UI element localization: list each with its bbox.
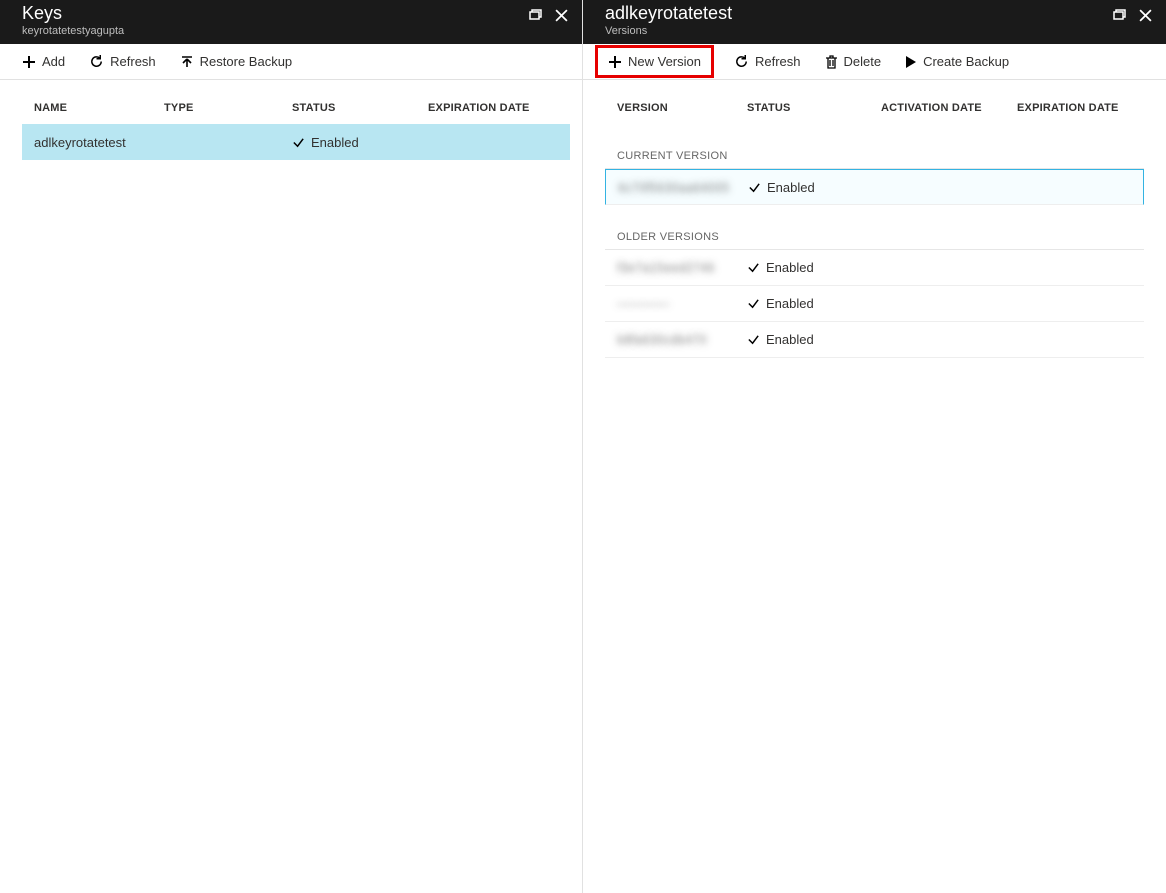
versions-toolbar: New Version Refresh Delete Create Backup — [583, 44, 1166, 80]
version-status: Enabled — [748, 180, 882, 195]
versions-title: adlkeyrotatetest — [605, 4, 732, 24]
keys-title: Keys — [22, 4, 124, 24]
check-icon — [292, 136, 305, 149]
version-id: 6c70f5630aa64005 — [618, 180, 748, 195]
older-versions-label: OLDER VERSIONS — [583, 205, 1166, 249]
versions-panel: adlkeyrotatetest Versions New Version Re… — [583, 0, 1166, 893]
plus-icon — [22, 55, 36, 69]
create-backup-button[interactable]: Create Backup — [901, 50, 1013, 73]
refresh-button[interactable]: Refresh — [85, 50, 160, 73]
version-id: f3e7a15eed2746 — [617, 260, 747, 275]
play-icon — [905, 55, 917, 69]
refresh-icon — [734, 54, 749, 69]
key-status: Enabled — [292, 135, 428, 150]
col-version[interactable]: VERSION — [617, 102, 747, 114]
version-row[interactable]: f3e7a15eed2746 Enabled — [605, 250, 1144, 286]
new-version-label: New Version — [628, 54, 701, 69]
restore-window-icon[interactable] — [528, 8, 542, 22]
check-icon — [748, 181, 761, 194]
version-status-text: Enabled — [766, 260, 814, 275]
key-row[interactable]: adlkeyrotatetest Enabled — [22, 124, 570, 160]
version-id: ———— — [617, 296, 747, 311]
refresh-label: Refresh — [110, 54, 156, 69]
key-name: adlkeyrotatetest — [34, 135, 164, 150]
add-button[interactable]: Add — [18, 50, 69, 73]
col-status[interactable]: STATUS — [292, 102, 428, 114]
close-icon[interactable] — [1138, 8, 1152, 22]
keys-header-titles: Keys keyrotatetestyagupta — [22, 4, 124, 37]
version-id: b8fa630cdb470 — [617, 332, 747, 347]
check-icon — [747, 297, 760, 310]
versions-columns: VERSION STATUS ACTIVATION DATE EXPIRATIO… — [583, 80, 1166, 124]
trash-icon — [825, 55, 838, 69]
col-expiration[interactable]: EXPIRATION DATE — [1017, 102, 1154, 114]
restore-backup-button[interactable]: Restore Backup — [176, 50, 297, 73]
check-icon — [747, 333, 760, 346]
version-status-text: Enabled — [767, 180, 815, 195]
key-status-text: Enabled — [311, 135, 359, 150]
col-activation[interactable]: ACTIVATION DATE — [881, 102, 1017, 114]
version-row[interactable]: ———— Enabled — [605, 286, 1144, 322]
highlight-new-version: New Version — [595, 45, 714, 78]
create-backup-label: Create Backup — [923, 54, 1009, 69]
delete-label: Delete — [844, 54, 882, 69]
versions-header-titles: adlkeyrotatetest Versions — [605, 4, 732, 37]
keys-subtitle: keyrotatetestyagupta — [22, 25, 124, 37]
add-label: Add — [42, 54, 65, 69]
plus-icon — [608, 55, 622, 69]
keys-header: Keys keyrotatetestyagupta — [0, 0, 582, 44]
current-version-label: CURRENT VERSION — [583, 124, 1166, 168]
restore-icon — [180, 55, 194, 69]
version-status-text: Enabled — [766, 296, 814, 311]
col-expiration[interactable]: EXPIRATION DATE — [428, 102, 570, 114]
delete-button[interactable]: Delete — [821, 50, 886, 73]
version-status-text: Enabled — [766, 332, 814, 347]
keys-panel: Keys keyrotatetestyagupta Add Refresh Re… — [0, 0, 583, 893]
version-status: Enabled — [747, 296, 881, 311]
refresh-button[interactable]: Refresh — [730, 50, 805, 73]
new-version-button[interactable]: New Version — [604, 50, 705, 73]
keys-window-controls — [528, 8, 568, 22]
col-name[interactable]: NAME — [34, 102, 164, 114]
versions-header: adlkeyrotatetest Versions — [583, 0, 1166, 44]
versions-subtitle: Versions — [605, 25, 732, 37]
restore-backup-label: Restore Backup — [200, 54, 293, 69]
versions-window-controls — [1112, 8, 1152, 22]
restore-window-icon[interactable] — [1112, 8, 1126, 22]
refresh-label: Refresh — [755, 54, 801, 69]
version-status: Enabled — [747, 260, 881, 275]
keys-columns: NAME TYPE STATUS EXPIRATION DATE — [0, 80, 582, 124]
keys-toolbar: Add Refresh Restore Backup — [0, 44, 582, 80]
col-status[interactable]: STATUS — [747, 102, 881, 114]
version-row-current[interactable]: 6c70f5630aa64005 Enabled — [605, 169, 1144, 205]
close-icon[interactable] — [554, 8, 568, 22]
version-row[interactable]: b8fa630cdb470 Enabled — [605, 322, 1144, 358]
refresh-icon — [89, 54, 104, 69]
version-status: Enabled — [747, 332, 881, 347]
col-type[interactable]: TYPE — [164, 102, 292, 114]
check-icon — [747, 261, 760, 274]
